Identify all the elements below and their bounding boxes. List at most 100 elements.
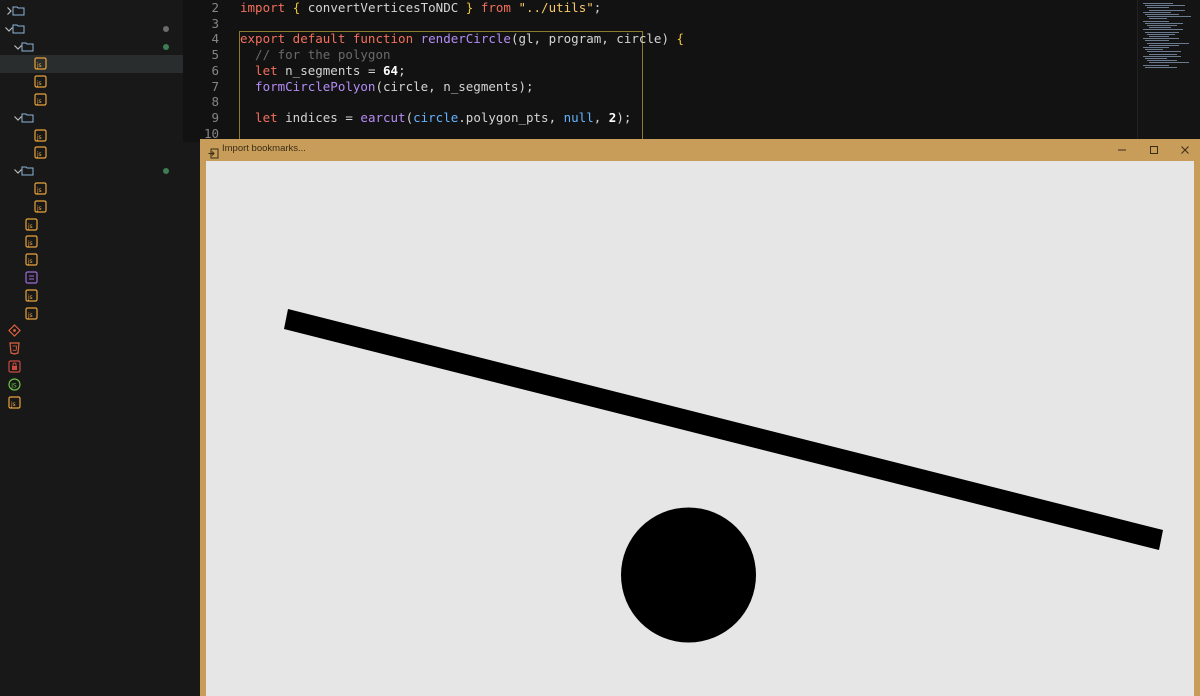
explorer-item-circlerenderer-js[interactable]: js — [0, 55, 183, 74]
svg-text:js: js — [10, 401, 15, 408]
minimap-line — [1147, 42, 1189, 44]
explorer-item-utils-js[interactable]: js — [0, 287, 183, 305]
minimap-line — [1145, 14, 1179, 15]
minimap-line — [1143, 11, 1171, 13]
close-button[interactable] — [1177, 142, 1193, 158]
minimize-icon — [1118, 149, 1126, 151]
minimap-line — [1145, 58, 1167, 59]
javascript-file-icon: js — [34, 75, 47, 88]
explorer-item--gitignore[interactable] — [0, 322, 183, 340]
import-icon — [208, 144, 219, 159]
explorer-item-line-js[interactable]: js — [0, 198, 183, 216]
minimap-line — [1143, 38, 1179, 40]
minimap-line — [1149, 18, 1167, 20]
svg-text:js: js — [27, 294, 32, 301]
lock-file-icon — [8, 360, 21, 373]
explorer-item-scene-js[interactable]: js — [0, 251, 183, 269]
code-line[interactable]: formCirclePolyon(circle, n_segments); — [240, 78, 534, 94]
explorer-item-style-css[interactable] — [0, 269, 183, 287]
minimap-line — [1147, 7, 1169, 9]
explorer-item-package-lock-json[interactable] — [0, 358, 183, 376]
code-token: (gl, program, circle) — [510, 31, 677, 47]
code-editor[interactable]: 2 3 4 5 6 7 8 9 10 import { convertVerticesToNDC… — [183, 0, 1200, 142]
code-token: ; — [398, 62, 406, 78]
code-line[interactable]: import { convertVerticesToNDC } from "..… — [240, 0, 601, 15]
explorer-item-public[interactable] — [0, 2, 183, 20]
explorer-item-package-json[interactable]: JS — [0, 376, 183, 394]
minimap-line — [1145, 66, 1177, 68]
explorer-item-segmentrenderer-js[interactable]: js — [0, 91, 183, 109]
window-title: Import bookmarks... — [222, 143, 306, 154]
window-titlebar[interactable]: Import bookmarks... — [200, 139, 1200, 160]
svg-text:js: js — [36, 80, 41, 87]
explorer-item-renderer[interactable] — [0, 38, 183, 56]
minimap-line — [1143, 47, 1169, 48]
git-file-icon — [8, 324, 21, 338]
code-token: n_segments = — [285, 62, 383, 78]
explorer-item-index-html[interactable] — [0, 340, 183, 358]
explorer-item-fs-js[interactable]: js — [0, 127, 183, 145]
explorer-item-main-js[interactable]: js — [0, 216, 183, 234]
svg-text:js: js — [36, 187, 41, 194]
svg-text:js: js — [36, 98, 41, 105]
explorer-item-vec-js[interactable]: js — [0, 305, 183, 323]
javascript-file-icon: js — [34, 57, 47, 70]
close-icon — [1181, 146, 1189, 154]
code-token: let — [240, 109, 286, 125]
explorer-item-src[interactable] — [0, 20, 183, 38]
javascript-file-icon: js — [34, 93, 47, 106]
code-token: 64 — [383, 62, 399, 78]
line-number: 6 — [211, 62, 219, 78]
git-status-dot — [163, 43, 169, 50]
minimap-line — [1147, 25, 1177, 26]
explorer-item-vs-js[interactable]: js — [0, 144, 183, 162]
svg-text:js: js — [27, 258, 32, 265]
circle-shape — [621, 507, 756, 643]
code-line[interactable]: let indices = earcut(circle.polygon_pts,… — [240, 110, 631, 125]
explorer-item-shapes[interactable] — [0, 162, 183, 180]
maximize-button[interactable] — [1146, 142, 1162, 158]
code-token: // for the polygon — [240, 47, 391, 63]
code-token: ); — [616, 109, 632, 125]
code-token: export default function — [240, 31, 421, 47]
svg-text:js: js — [36, 205, 41, 212]
line-segment-shape — [284, 309, 1163, 550]
code-token: ; — [593, 0, 602, 15]
javascript-file-icon: js — [34, 146, 47, 159]
code-token: indices = — [285, 109, 361, 125]
code-token: (circle, n_segments); — [375, 78, 534, 94]
explorer-item-shaders[interactable] — [0, 109, 183, 127]
code-line[interactable]: let n_segments = 64; — [240, 63, 406, 78]
code-token: formCirclePolyon — [240, 78, 376, 94]
svg-text:JS: JS — [10, 382, 17, 389]
minimap-line — [1143, 64, 1169, 66]
svg-text:js: js — [36, 134, 41, 141]
code-token: ( — [405, 109, 414, 125]
explorer-item-point-js[interactable]: js — [0, 233, 183, 251]
minimap-line — [1143, 55, 1181, 57]
import-bookmarks-window: Import bookmarks... — [200, 139, 1200, 696]
minimap[interactable] — [1137, 0, 1200, 142]
code-line[interactable]: // for the polygon — [240, 47, 391, 63]
folder-icon — [21, 164, 34, 177]
explorer-item-circle-js[interactable]: js — [0, 180, 183, 198]
minimap-line — [1145, 49, 1163, 51]
svg-text:js: js — [27, 240, 32, 247]
explorer-item-renderer-js[interactable]: js — [0, 73, 183, 91]
code-line[interactable]: export default function renderCircle(gl,… — [240, 31, 684, 46]
svg-text:js: js — [27, 312, 32, 319]
render-canvas[interactable] — [206, 161, 1194, 696]
minimap-line — [1147, 51, 1181, 53]
svg-text:js: js — [27, 223, 32, 230]
javascript-file-icon: js — [25, 235, 38, 248]
minimap-line — [1145, 40, 1169, 42]
line-number: 9 — [211, 109, 219, 125]
explorer-item-whatever-js[interactable]: js — [0, 394, 183, 412]
code-token: null — [563, 109, 594, 125]
minimize-button[interactable] — [1114, 142, 1130, 158]
minimap-line — [1149, 44, 1179, 46]
code-token: let — [240, 62, 286, 78]
code-token: { — [676, 31, 685, 47]
minimap-line — [1147, 33, 1175, 35]
code-token: renderCircle — [420, 31, 511, 47]
